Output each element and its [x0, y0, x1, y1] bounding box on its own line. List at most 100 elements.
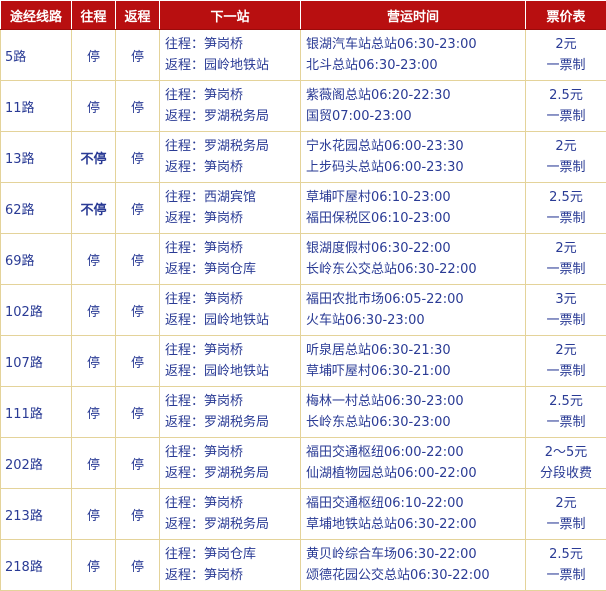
fare-price: 2.5元	[530, 544, 602, 565]
hours-line-1: 梅林一村总站06:30-23:00	[306, 391, 521, 412]
table-row: 69路 停 停 往程：笋岗桥 返程：笋岗仓库 银湖度假村06:30-22:00 …	[1, 234, 606, 285]
next-stop-return: 返程：罗湖税务局	[165, 463, 296, 484]
fare: 2元 一票制	[526, 234, 606, 285]
next-stop: 往程：笋岗桥 返程：罗湖税务局	[160, 387, 301, 438]
route-name[interactable]: 69路	[1, 234, 72, 285]
fare: 2元 一票制	[526, 132, 606, 183]
next-stop-outbound: 往程：西湖宾馆	[165, 187, 296, 208]
fare-type: 一票制	[530, 157, 602, 178]
return-stop-status: 停	[116, 30, 160, 81]
header-return: 返程	[116, 1, 160, 30]
fare-price: 2元	[530, 340, 602, 361]
fare: 2.5元 一票制	[526, 387, 606, 438]
next-stop-return: 返程：笋岗桥	[165, 565, 296, 586]
table-row: 111路 停 停 往程：笋岗桥 返程：罗湖税务局 梅林一村总站06:30-23:…	[1, 387, 606, 438]
operating-hours: 草埔吓屋村06:10-23:00 福田保税区06:10-23:00	[301, 183, 526, 234]
route-name[interactable]: 102路	[1, 285, 72, 336]
route-name[interactable]: 213路	[1, 489, 72, 540]
fare-price: 2元	[530, 34, 602, 55]
table-row: 11路 停 停 往程：笋岗桥 返程：罗湖税务局 紫薇阁总站06:20-22:30…	[1, 81, 606, 132]
header-outbound: 往程	[72, 1, 116, 30]
fare-type: 一票制	[530, 361, 602, 382]
return-stop-status: 停	[116, 387, 160, 438]
route-name[interactable]: 62路	[1, 183, 72, 234]
header-operating-hours: 营运时间	[301, 1, 526, 30]
return-stop-status: 停	[116, 285, 160, 336]
operating-hours: 银湖汽车站总站06:30-23:00 北斗总站06:30-23:00	[301, 30, 526, 81]
next-stop-outbound: 往程：笋岗仓库	[165, 544, 296, 565]
table-row: 218路 停 停 往程：笋岗仓库 返程：笋岗桥 黄贝岭综合车场06:30-22:…	[1, 540, 606, 591]
operating-hours: 福田交通枢纽06:00-22:00 仙湖植物园总站06:00-22:00	[301, 438, 526, 489]
next-stop-return: 返程：罗湖税务局	[165, 514, 296, 535]
hours-line-2: 国贸07:00-23:00	[306, 106, 521, 127]
next-stop-return: 返程：笋岗仓库	[165, 259, 296, 280]
hours-line-2: 草埔吓屋村06:30-21:00	[306, 361, 521, 382]
next-stop-outbound: 往程：罗湖税务局	[165, 136, 296, 157]
operating-hours: 黄贝岭综合车场06:30-22:00 颂德花园公交总站06:30-22:00	[301, 540, 526, 591]
fare: 2.5元 一票制	[526, 540, 606, 591]
fare-price: 3元	[530, 289, 602, 310]
fare: 2～5元 分段收费	[526, 438, 606, 489]
fare-price: 2.5元	[530, 187, 602, 208]
fare: 2.5元 一票制	[526, 183, 606, 234]
hours-line-2: 长岭东总站06:30-23:00	[306, 412, 521, 433]
next-stop-outbound: 往程：笋岗桥	[165, 442, 296, 463]
table-row: 202路 停 停 往程：笋岗桥 返程：罗湖税务局 福田交通枢纽06:00-22:…	[1, 438, 606, 489]
next-stop-outbound: 往程：笋岗桥	[165, 493, 296, 514]
fare-price: 2元	[530, 136, 602, 157]
hours-line-2: 福田保税区06:10-23:00	[306, 208, 521, 229]
hours-line-1: 紫薇阁总站06:20-22:30	[306, 85, 521, 106]
hours-line-2: 草埔地铁站总站06:30-22:00	[306, 514, 521, 535]
fare-price: 2～5元	[530, 442, 602, 463]
next-stop-return: 返程：罗湖税务局	[165, 412, 296, 433]
operating-hours: 紫薇阁总站06:20-22:30 国贸07:00-23:00	[301, 81, 526, 132]
operating-hours: 宁水花园总站06:00-23:30 上步码头总站06:00-23:30	[301, 132, 526, 183]
next-stop-return: 返程：笋岗桥	[165, 208, 296, 229]
header-fare: 票价表	[526, 1, 606, 30]
table-body: 5路 停 停 往程：笋岗桥 返程：园岭地铁站 银湖汽车站总站06:30-23:0…	[1, 30, 606, 591]
operating-hours: 听泉居总站06:30-21:30 草埔吓屋村06:30-21:00	[301, 336, 526, 387]
next-stop: 往程：罗湖税务局 返程：笋岗桥	[160, 132, 301, 183]
next-stop: 往程：西湖宾馆 返程：笋岗桥	[160, 183, 301, 234]
route-name[interactable]: 5路	[1, 30, 72, 81]
fare-type: 分段收费	[530, 463, 602, 484]
hours-line-2: 仙湖植物园总站06:00-22:00	[306, 463, 521, 484]
next-stop-outbound: 往程：笋岗桥	[165, 340, 296, 361]
fare-price: 2元	[530, 493, 602, 514]
next-stop: 往程：笋岗桥 返程：园岭地铁站	[160, 285, 301, 336]
outbound-stop-status: 停	[72, 438, 116, 489]
return-stop-status: 停	[116, 489, 160, 540]
hours-line-2: 北斗总站06:30-23:00	[306, 55, 521, 76]
route-name[interactable]: 11路	[1, 81, 72, 132]
table-row: 213路 停 停 往程：笋岗桥 返程：罗湖税务局 福田交通枢纽06:10-22:…	[1, 489, 606, 540]
next-stop: 往程：笋岗桥 返程：罗湖税务局	[160, 81, 301, 132]
operating-hours: 银湖度假村06:30-22:00 长岭东公交总站06:30-22:00	[301, 234, 526, 285]
fare-price: 2.5元	[530, 85, 602, 106]
return-stop-status: 停	[116, 81, 160, 132]
route-name[interactable]: 13路	[1, 132, 72, 183]
fare-type: 一票制	[530, 106, 602, 127]
return-stop-status: 停	[116, 183, 160, 234]
fare-type: 一票制	[530, 412, 602, 433]
route-name[interactable]: 218路	[1, 540, 72, 591]
fare: 2元 一票制	[526, 489, 606, 540]
next-stop-outbound: 往程：笋岗桥	[165, 34, 296, 55]
hours-line-1: 福田交通枢纽06:10-22:00	[306, 493, 521, 514]
route-name[interactable]: 111路	[1, 387, 72, 438]
header-route: 途经线路	[1, 1, 72, 30]
hours-line-2: 火车站06:30-23:00	[306, 310, 521, 331]
table-row: 5路 停 停 往程：笋岗桥 返程：园岭地铁站 银湖汽车站总站06:30-23:0…	[1, 30, 606, 81]
outbound-stop-status: 停	[72, 489, 116, 540]
hours-line-1: 银湖汽车站总站06:30-23:00	[306, 34, 521, 55]
hours-line-1: 草埔吓屋村06:10-23:00	[306, 187, 521, 208]
hours-line-1: 宁水花园总站06:00-23:30	[306, 136, 521, 157]
route-name[interactable]: 202路	[1, 438, 72, 489]
hours-line-1: 银湖度假村06:30-22:00	[306, 238, 521, 259]
next-stop-outbound: 往程：笋岗桥	[165, 289, 296, 310]
return-stop-status: 停	[116, 132, 160, 183]
route-name[interactable]: 107路	[1, 336, 72, 387]
header-next-stop: 下一站	[160, 1, 301, 30]
outbound-stop-status: 停	[72, 285, 116, 336]
fare-type: 一票制	[530, 514, 602, 535]
outbound-stop-status: 停	[72, 387, 116, 438]
